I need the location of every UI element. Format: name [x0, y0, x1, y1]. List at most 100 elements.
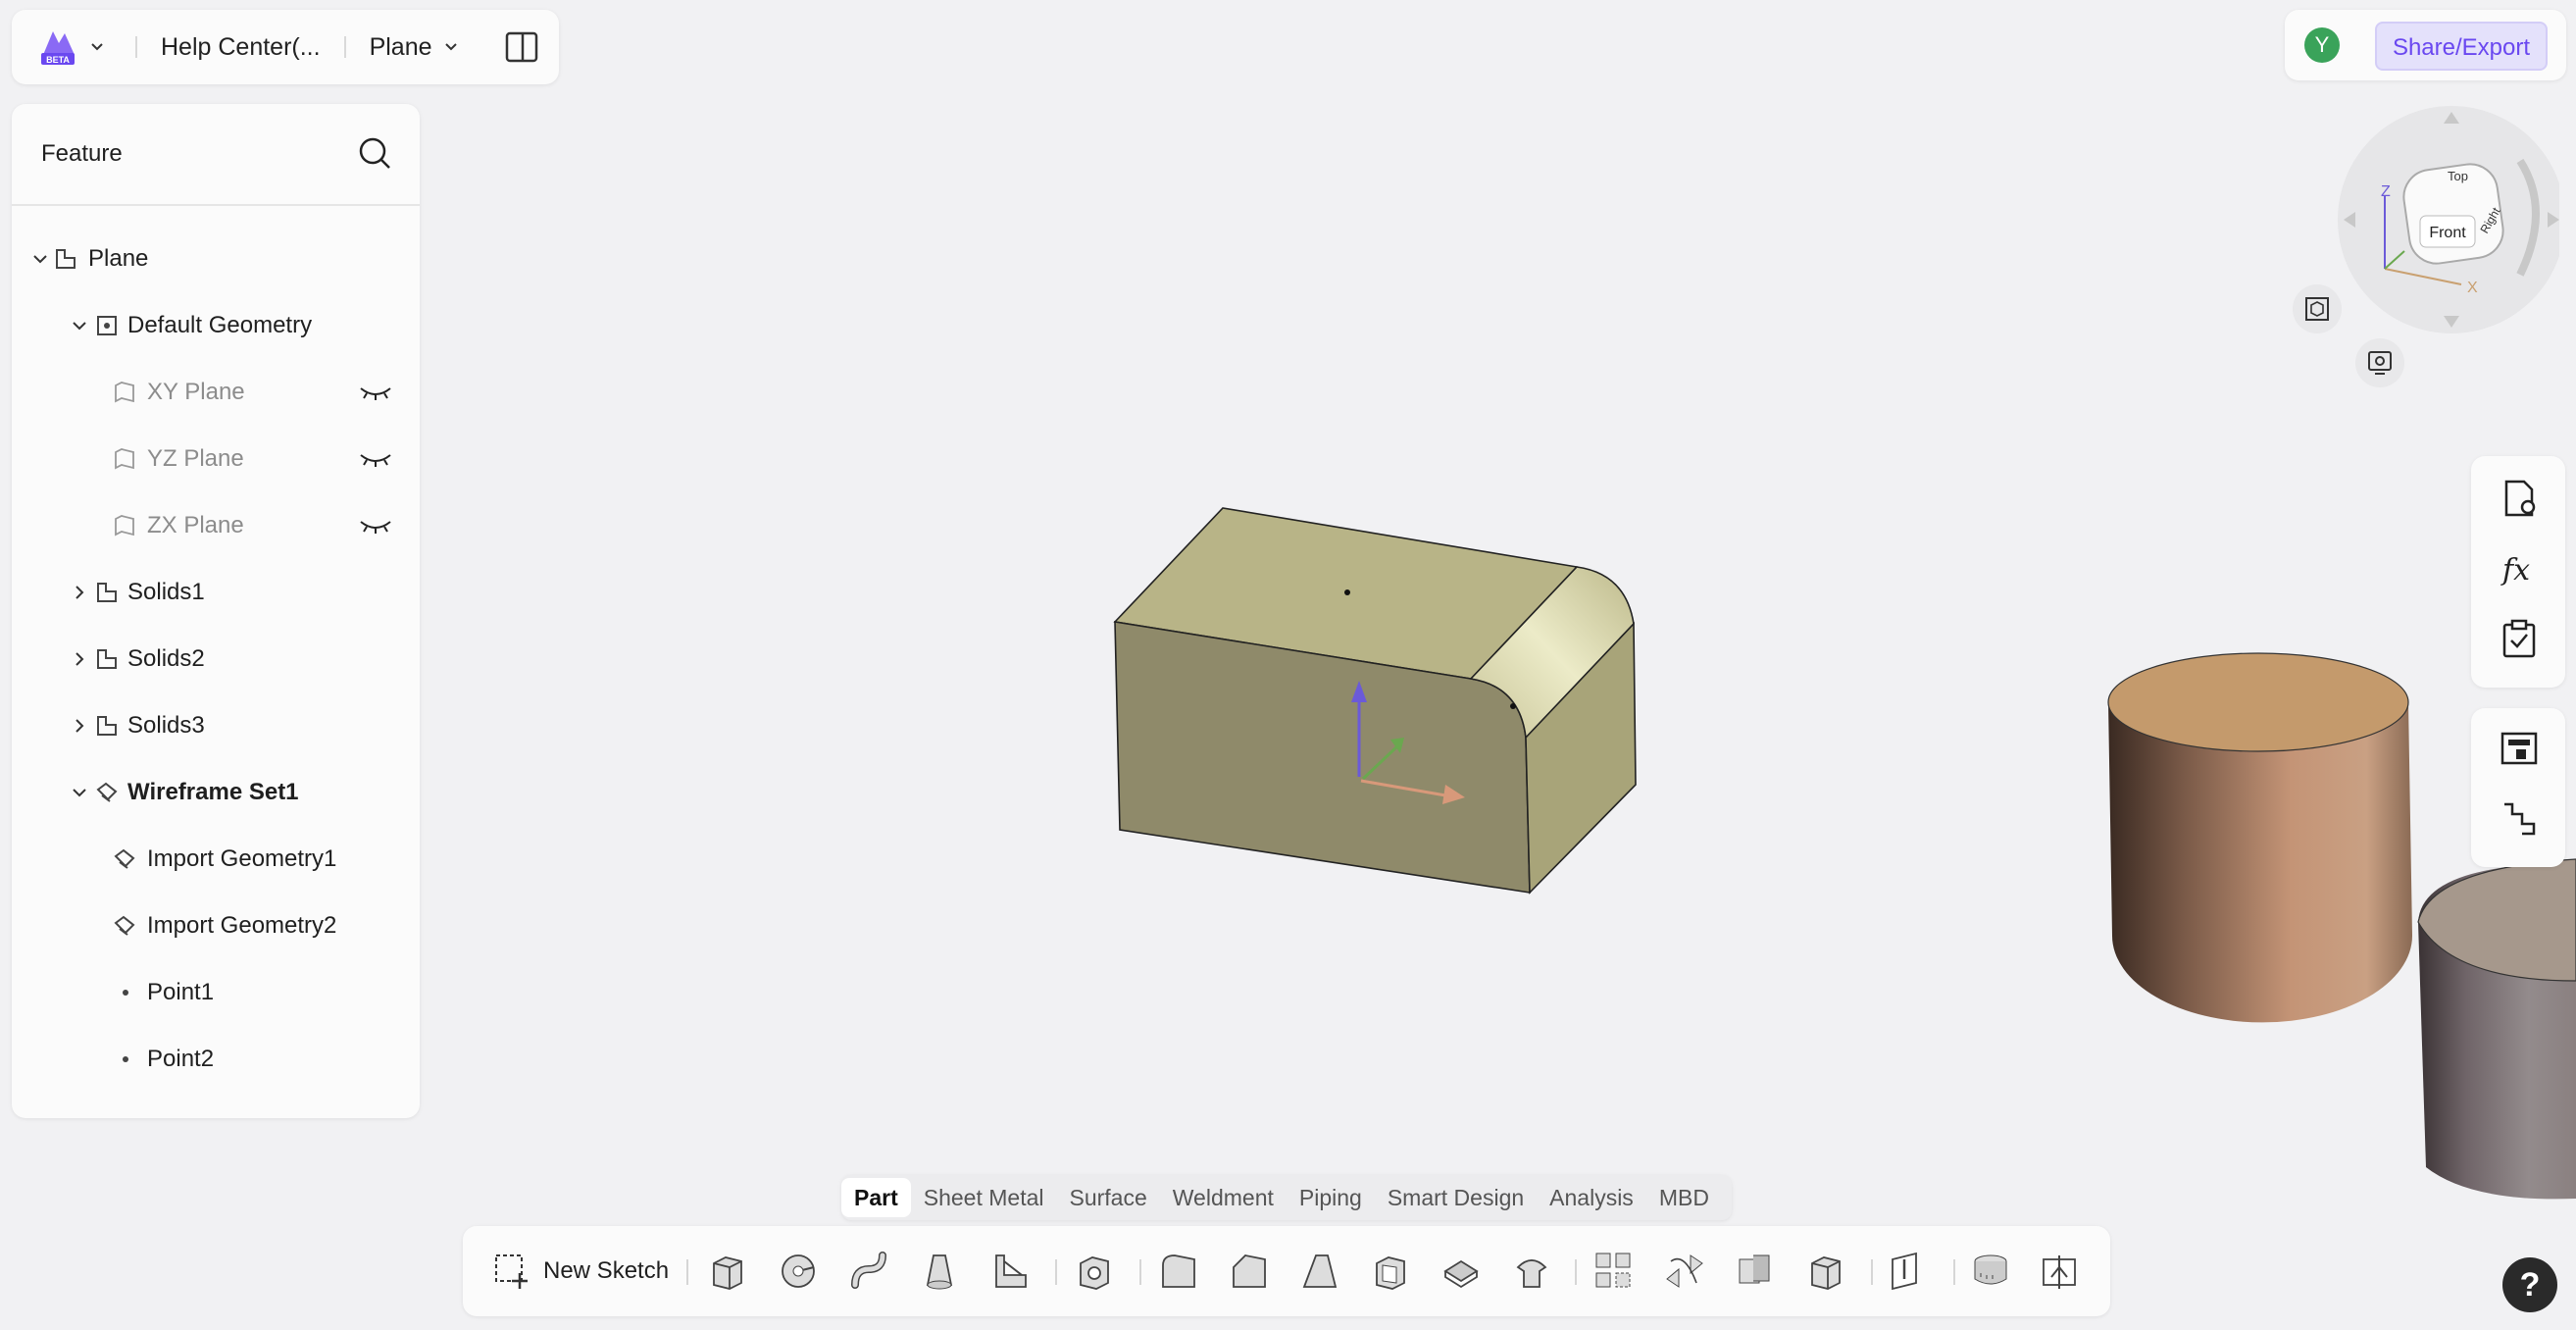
- tree-item-solids3[interactable]: Solids3: [12, 692, 420, 759]
- solid-body-icon: [97, 649, 117, 669]
- function-icon[interactable]: fx: [2499, 548, 2540, 589]
- tab-surface[interactable]: Surface: [1057, 1178, 1160, 1217]
- loft-icon[interactable]: [918, 1250, 961, 1293]
- cylinder-solid-2[interactable]: [2417, 858, 2576, 1200]
- draft-icon[interactable]: [1298, 1250, 1341, 1293]
- tree-item-label: Wireframe Set1: [127, 779, 299, 805]
- divider: [686, 1259, 688, 1285]
- eye-closed-icon[interactable]: [359, 449, 392, 469]
- tree-item-zx-plane[interactable]: ZX Plane: [12, 492, 420, 559]
- tree-item-wireframe-set1[interactable]: Wireframe Set1: [12, 759, 420, 826]
- fillet-icon[interactable]: [1157, 1250, 1200, 1293]
- chevron-down-icon: [444, 43, 457, 51]
- plane-icon: [115, 382, 134, 403]
- sweep-icon[interactable]: [847, 1250, 890, 1293]
- tree-item-import-geometry1[interactable]: Import Geometry1: [12, 826, 420, 893]
- cylinder-solid-1[interactable]: [2107, 652, 2412, 1023]
- tree-item-label: Solids3: [127, 712, 205, 739]
- tree-item-solids1[interactable]: Solids1: [12, 559, 420, 626]
- geometry-set-icon: [97, 316, 117, 335]
- import-geometry-icon: [114, 915, 135, 936]
- chamfer-icon[interactable]: [1228, 1250, 1271, 1293]
- app-logo[interactable]: BETA: [37, 23, 106, 72]
- reference-plane-icon[interactable]: [1887, 1250, 1930, 1293]
- plane-icon: [115, 515, 134, 537]
- extrude-icon[interactable]: [706, 1250, 749, 1293]
- chevron-down-icon[interactable]: [71, 317, 88, 334]
- tab-part[interactable]: Part: [841, 1178, 911, 1217]
- solid-body-icon: [97, 716, 117, 736]
- checklist-icon[interactable]: [2499, 619, 2540, 660]
- feature-toolbar: New Sketch: [463, 1226, 2110, 1316]
- chevron-down-icon[interactable]: [71, 784, 88, 801]
- thicken-icon[interactable]: [1440, 1250, 1483, 1293]
- divider: [343, 36, 346, 58]
- box-solid[interactable]: [1113, 507, 1637, 895]
- share-export-button[interactable]: Share/Export: [2375, 22, 2548, 71]
- assembly-tree-icon[interactable]: [2499, 798, 2540, 840]
- split-icon[interactable]: [1510, 1250, 1553, 1293]
- tree-item-label: XY Plane: [147, 379, 245, 405]
- tab-smart-design[interactable]: Smart Design: [1375, 1178, 1537, 1217]
- tree-item-label: Plane: [88, 245, 149, 272]
- tree-item-label: YZ Plane: [147, 445, 244, 472]
- document-name: Plane: [369, 32, 432, 61]
- fit-view-button[interactable]: [2293, 284, 2342, 333]
- tree-item-import-geometry2[interactable]: Import Geometry2: [12, 893, 420, 959]
- tab-mbd[interactable]: MBD: [1646, 1178, 1722, 1217]
- mirror-icon[interactable]: [1663, 1250, 1706, 1293]
- help-button[interactable]: ?: [2502, 1257, 2557, 1312]
- section-view-icon[interactable]: [2038, 1250, 2081, 1293]
- measure-icon[interactable]: [1969, 1250, 2012, 1293]
- help-center-label: Help Center(...: [161, 32, 321, 61]
- tree-item-point1[interactable]: Point1: [12, 959, 420, 1026]
- new-sketch-button[interactable]: New Sketch: [492, 1248, 669, 1295]
- top-left-bar: BETA Help Center(... Plane: [12, 10, 559, 84]
- tree-item-xy-plane[interactable]: XY Plane: [12, 359, 420, 426]
- panel-toggle-icon[interactable]: [505, 31, 538, 63]
- rib-icon[interactable]: [988, 1250, 1032, 1293]
- divider: [1055, 1259, 1057, 1285]
- axis-z-label: Z: [2381, 183, 2391, 200]
- boolean-icon[interactable]: [1734, 1250, 1777, 1293]
- avatar[interactable]: Y: [2304, 27, 2340, 63]
- help-center-link[interactable]: Help Center(...: [161, 33, 321, 62]
- chevron-down-icon[interactable]: [31, 250, 49, 268]
- document-settings-icon[interactable]: [2499, 478, 2540, 519]
- chevron-right-icon[interactable]: [71, 717, 88, 735]
- chevron-right-icon[interactable]: [71, 650, 88, 668]
- tree-item-label: ZX Plane: [147, 512, 244, 538]
- point-icon: [123, 990, 128, 996]
- view-cube[interactable]: Top Front Right Z X: [2324, 102, 2565, 337]
- tree-item-plane[interactable]: Plane: [12, 226, 420, 292]
- eye-closed-icon[interactable]: [359, 383, 392, 402]
- move-body-icon[interactable]: [1804, 1250, 1847, 1293]
- tab-piping[interactable]: Piping: [1287, 1178, 1375, 1217]
- document-menu[interactable]: Plane: [370, 33, 460, 62]
- tab-sheet-metal[interactable]: Sheet Metal: [911, 1178, 1057, 1217]
- tree-item-default-geometry[interactable]: Default Geometry: [12, 292, 420, 359]
- app-logo-icon: BETA: [41, 31, 75, 65]
- tab-analysis[interactable]: Analysis: [1537, 1178, 1646, 1217]
- chevron-right-icon[interactable]: [71, 584, 88, 601]
- display-mode-button[interactable]: [2355, 338, 2404, 387]
- beta-badge: BETA: [46, 55, 70, 65]
- revolve-icon[interactable]: [777, 1250, 820, 1293]
- eye-closed-icon[interactable]: [359, 516, 392, 536]
- divider: [1575, 1259, 1577, 1285]
- chevron-down-icon[interactable]: [88, 38, 106, 56]
- shell-icon[interactable]: [1369, 1250, 1412, 1293]
- layout-icon[interactable]: [2499, 728, 2540, 769]
- tree-item-solids2[interactable]: Solids2: [12, 626, 420, 692]
- pattern-icon[interactable]: [1592, 1250, 1636, 1293]
- divider: [1953, 1259, 1955, 1285]
- tree-item-label: Import Geometry2: [147, 912, 337, 939]
- axis-x-label: X: [2467, 280, 2478, 296]
- search-icon[interactable]: [357, 135, 392, 171]
- cube-face-front: Front: [2429, 225, 2466, 241]
- tree-item-point2[interactable]: Point2: [12, 1026, 420, 1093]
- tree-item-yz-plane[interactable]: YZ Plane: [12, 426, 420, 492]
- wireframe-icon: [96, 782, 118, 802]
- tab-weldment[interactable]: Weldment: [1160, 1178, 1287, 1217]
- hole-icon[interactable]: [1073, 1250, 1116, 1293]
